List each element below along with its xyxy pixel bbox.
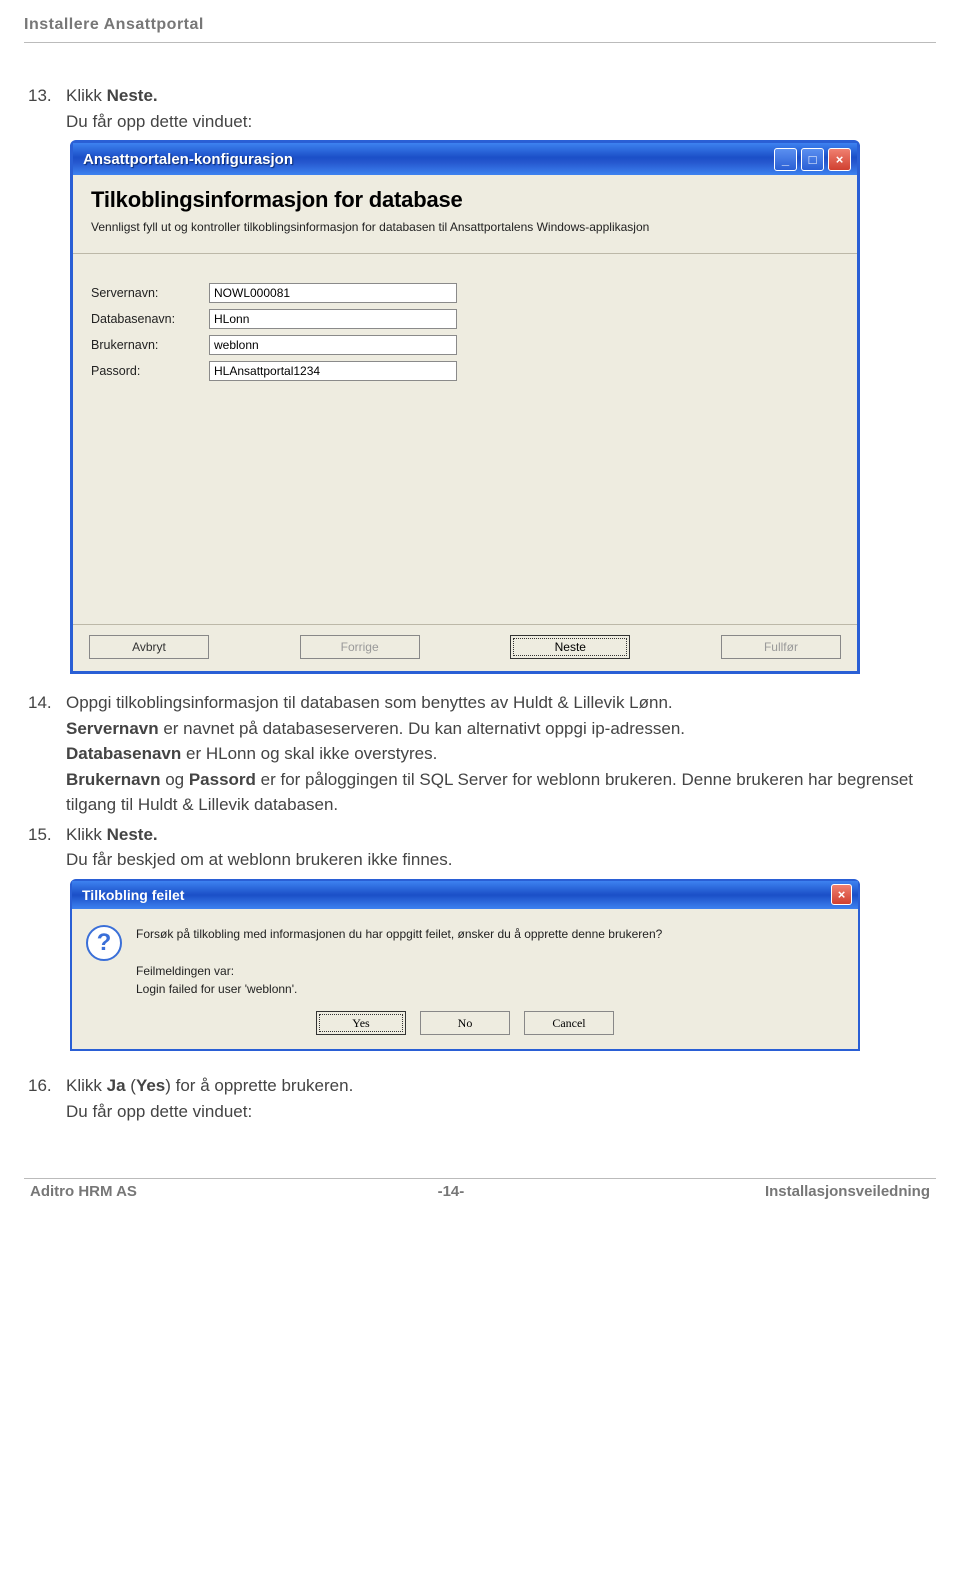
footer-divider	[24, 1178, 936, 1179]
step-number: 13.	[28, 83, 66, 134]
step-13: 13. Klikk Neste. Du får opp dette vindue…	[0, 83, 960, 134]
minimize-icon[interactable]: _	[774, 148, 797, 171]
text-bold: Servernavn	[66, 719, 159, 738]
text: er HLonn og skal ikke overstyres.	[181, 744, 437, 763]
step-number: 16.	[28, 1073, 66, 1124]
cancel-button[interactable]: Avbryt	[89, 635, 209, 659]
text: Du får opp dette vinduet:	[66, 1102, 252, 1121]
step-number: 15.	[28, 822, 66, 873]
question-icon: ?	[86, 925, 122, 961]
text: (	[126, 1076, 136, 1095]
title-bar[interactable]: Ansattportalen-konfigurasjon _ □ ×	[73, 143, 857, 175]
text-bold: Neste.	[107, 86, 158, 105]
text: og	[160, 770, 188, 789]
password-input[interactable]	[209, 361, 457, 381]
text: er navnet på databaseserveren. Du kan al…	[159, 719, 685, 738]
close-icon[interactable]: ×	[831, 884, 852, 905]
header-divider	[24, 42, 936, 43]
footer-left: Aditro HRM AS	[30, 1183, 137, 1200]
no-button[interactable]: No	[420, 1011, 510, 1035]
password-label: Passord:	[91, 364, 209, 378]
text: Du får opp dette vinduet:	[66, 112, 252, 131]
text-bold: Databasenavn	[66, 744, 181, 763]
error-dialog: Tilkobling feilet × ? Forsøk på tilkobli…	[70, 879, 860, 1051]
window-title: Tilkobling feilet	[82, 887, 184, 903]
text: Oppgi tilkoblingsinformasjon til databas…	[66, 693, 673, 712]
text-bold: Ja	[107, 1076, 126, 1095]
error-text-1: Forsøk på tilkobling med informasjonen d…	[136, 925, 662, 944]
previous-button[interactable]: Forrige	[300, 635, 420, 659]
page-footer: Aditro HRM AS -14- Installasjonsveiledni…	[0, 1183, 960, 1218]
footer-center: -14-	[438, 1183, 465, 1200]
error-text-2: Feilmeldingen var:	[136, 962, 662, 981]
footer-right: Installasjonsveiledning	[765, 1183, 930, 1200]
text: Klikk	[66, 825, 107, 844]
text: Klikk	[66, 1076, 107, 1095]
next-button[interactable]: Neste	[510, 635, 630, 659]
username-label: Brukernavn:	[91, 338, 209, 352]
text: ) for å opprette brukeren.	[165, 1076, 353, 1095]
step-16: 16. Klikk Ja (Yes) for å opprette bruker…	[0, 1063, 960, 1124]
page-header: Installere Ansattportal	[0, 0, 960, 40]
dialog-subtext: Vennligst fyll ut og kontroller tilkobli…	[91, 219, 839, 235]
maximize-icon[interactable]: □	[801, 148, 824, 171]
finish-button[interactable]: Fullfør	[721, 635, 841, 659]
text-bold: Passord	[189, 770, 256, 789]
text-bold: Yes	[136, 1076, 165, 1095]
close-icon[interactable]: ×	[828, 148, 851, 171]
step-number: 14.	[28, 690, 66, 818]
title-bar[interactable]: Tilkobling feilet ×	[72, 881, 858, 909]
step-14-15: 14. Oppgi tilkoblingsinformasjon til dat…	[0, 690, 960, 873]
text-bold: Brukernavn	[66, 770, 160, 789]
cancel-button[interactable]: Cancel	[524, 1011, 614, 1035]
window-title: Ansattportalen-konfigurasjon	[83, 151, 293, 168]
servername-label: Servernavn:	[91, 286, 209, 300]
databasename-label: Databasenavn:	[91, 312, 209, 326]
text-bold: Neste.	[107, 825, 158, 844]
databasename-input[interactable]	[209, 309, 457, 329]
servername-input[interactable]	[209, 283, 457, 303]
text: Du får beskjed om at weblonn brukeren ik…	[66, 850, 452, 869]
username-input[interactable]	[209, 335, 457, 355]
config-dialog: Ansattportalen-konfigurasjon _ □ × Tilko…	[70, 140, 860, 674]
text: Klikk	[66, 86, 107, 105]
dialog-heading: Tilkoblingsinformasjon for database	[91, 187, 839, 213]
yes-button[interactable]: Yes	[316, 1011, 406, 1035]
error-text-3: Login failed for user 'weblonn'.	[136, 980, 662, 999]
